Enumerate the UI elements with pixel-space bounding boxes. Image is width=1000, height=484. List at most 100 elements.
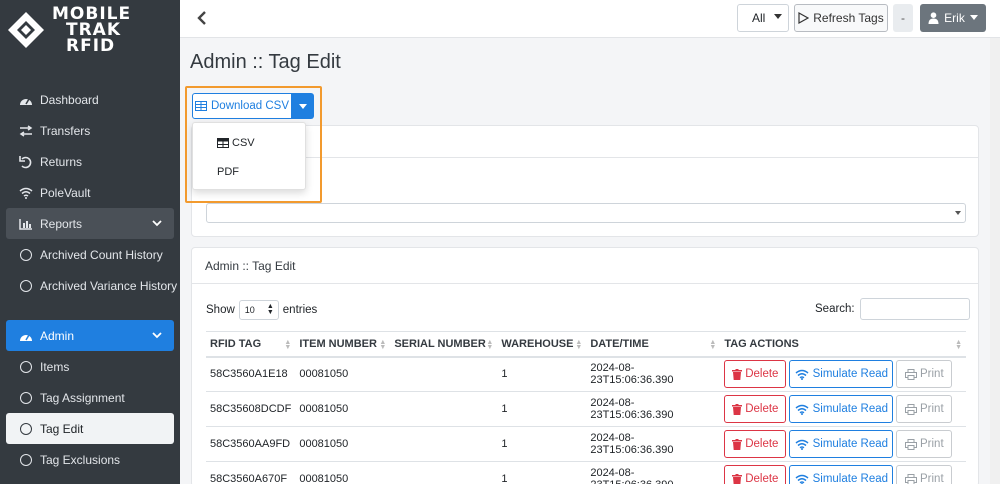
- page-scrollbar[interactable]: [990, 38, 1000, 484]
- dropdown-item-csv[interactable]: CSV: [217, 137, 255, 149]
- filter-card-header: [192, 126, 978, 158]
- simulate-read-button[interactable]: Simulate Read: [789, 360, 894, 389]
- print-label: Print: [920, 438, 944, 450]
- sidebar-item-polevault[interactable]: PoleVault: [0, 177, 180, 208]
- column-header-item-number[interactable]: ITEM NUMBER ▲ ▼: [295, 331, 391, 358]
- minus-label: -: [901, 11, 905, 25]
- search-label: Search:: [815, 303, 855, 315]
- cell-tag-actions: Delete Simulate Read Print: [720, 391, 966, 427]
- wifi-icon: [795, 369, 809, 380]
- cell-serial-number: [390, 426, 498, 462]
- dropdown-item-label: PDF: [217, 166, 239, 178]
- caret-down-icon: [299, 103, 307, 109]
- cell-tag-actions: Delete Simulate Read Print: [720, 356, 966, 392]
- user-name: Erik: [944, 11, 965, 25]
- sidebar-item-label: PoleVault: [40, 185, 91, 200]
- card-title: Admin :: Tag Edit: [192, 248, 978, 284]
- printer-icon: [905, 438, 917, 450]
- trash-icon: [732, 473, 743, 484]
- simulate-read-label: Simulate Read: [812, 403, 889, 415]
- wifi-icon: [795, 439, 809, 450]
- search-input[interactable]: [859, 298, 970, 320]
- simulate-read-button[interactable]: Simulate Read: [789, 430, 894, 458]
- wifi-icon: [18, 185, 34, 201]
- cell-rfid-tag: 58C3560A670F: [206, 461, 296, 484]
- dropdown-item-pdf[interactable]: PDF: [217, 166, 239, 178]
- sidebar-item-tag-exclusions[interactable]: Tag Exclusions: [0, 444, 180, 475]
- print-button[interactable]: Print: [896, 395, 953, 423]
- print-button[interactable]: Print: [896, 360, 953, 389]
- minus-button[interactable]: -: [893, 4, 913, 32]
- entries-label: entries: [282, 304, 318, 316]
- delete-button[interactable]: Delete: [724, 395, 787, 423]
- sort-icon: ▲ ▼: [284, 339, 292, 351]
- column-header-warehouse[interactable]: WAREHOUSE ▲ ▼: [497, 331, 587, 358]
- column-header-tag-actions[interactable]: TAG ACTIONS ▲ ▼: [720, 331, 966, 358]
- trash-icon: [732, 438, 743, 450]
- delete-button[interactable]: Delete: [724, 360, 787, 389]
- table-icon: [217, 138, 229, 148]
- column-header-rfid-tag[interactable]: RFID TAG ▲ ▼: [206, 331, 296, 358]
- sidebar-item-tag-edit[interactable]: Tag Edit: [6, 413, 174, 444]
- sidebar-item-archived-variance-history[interactable]: Archived Variance History: [0, 270, 180, 320]
- cell-item-number: 00081050: [295, 356, 391, 392]
- printer-icon: [905, 368, 917, 380]
- sidebar-item-label: Archived Count History: [40, 247, 163, 262]
- download-dropdown-menu: CSV PDF: [192, 122, 306, 190]
- sidebar-item-archived-count-history[interactable]: Archived Count History: [0, 239, 180, 270]
- chevron-left-icon[interactable]: [196, 10, 208, 29]
- bar-chart-icon: [18, 216, 34, 232]
- wifi-icon: [795, 474, 809, 484]
- page-size-select[interactable]: 10 ▲ ▼: [238, 300, 279, 320]
- scope-select-value: All: [752, 11, 766, 25]
- print-button[interactable]: Print: [896, 465, 953, 484]
- cell-tag-actions: Delete Simulate Read Print: [720, 461, 966, 484]
- sidebar-item-items[interactable]: Items: [0, 351, 180, 382]
- sidebar-item-transfers[interactable]: Transfers: [0, 115, 180, 146]
- sidebar-item-label: Transfers: [40, 123, 91, 138]
- brand-wordmark: MOBILE TRAK RFID: [52, 6, 131, 55]
- cell-serial-number: [390, 356, 498, 392]
- sidebar-item-label: Returns: [40, 154, 83, 169]
- scope-select[interactable]: All: [737, 4, 789, 32]
- download-dropdown-toggle[interactable]: [292, 93, 314, 119]
- user-icon: [928, 12, 939, 24]
- caret-down-icon: [774, 14, 782, 19]
- simulate-read-button[interactable]: Simulate Read: [789, 395, 894, 423]
- logo-diamond-icon: [8, 12, 44, 48]
- printer-icon: [905, 473, 917, 484]
- simulate-read-button[interactable]: Simulate Read: [789, 465, 894, 484]
- table-icon: [195, 101, 207, 111]
- sidebar-item-label: Items: [40, 359, 70, 374]
- download-csv-button[interactable]: Download CSV: [192, 93, 292, 119]
- brand-logo[interactable]: MOBILE TRAK RFID: [4, 6, 176, 60]
- cell-warehouse: 1: [497, 391, 587, 427]
- cell-rfid-tag: 58C35608DCDF: [206, 391, 296, 427]
- sidebar-item-reports[interactable]: Reports: [6, 208, 174, 239]
- print-label: Print: [920, 368, 944, 381]
- sidebar-item-admin[interactable]: Admin: [6, 320, 174, 351]
- circle-icon: [18, 278, 34, 294]
- undo-icon: [18, 154, 34, 170]
- column-header-serial-number[interactable]: SERIAL NUMBER ▲ ▼: [390, 331, 498, 358]
- sidebar-item-label: Dashboard: [40, 92, 99, 107]
- delete-label: Delete: [745, 403, 779, 415]
- sidebar-item-dashboard[interactable]: Dashboard: [0, 84, 180, 115]
- delete-button[interactable]: Delete: [724, 465, 787, 484]
- table-search: Search:: [815, 298, 970, 320]
- up-down-icon: ▲ ▼: [266, 303, 274, 316]
- column-header-datetime[interactable]: DATE/TIME ▲ ▼: [586, 331, 721, 358]
- delete-button[interactable]: Delete: [724, 430, 787, 458]
- table-row: 58C35608DCDF 00081050 1 2024-08-23T15:06…: [206, 391, 966, 427]
- sort-icon: ▲ ▼: [486, 339, 494, 351]
- refresh-tags-button[interactable]: Refresh Tags: [794, 4, 888, 32]
- filter-select[interactable]: [206, 203, 966, 223]
- sidebar-item-tag-assignment[interactable]: Tag Assignment: [0, 382, 180, 413]
- sort-icon: ▲ ▼: [379, 339, 387, 351]
- cell-item-number: 00081050: [295, 461, 391, 484]
- user-menu-button[interactable]: Erik: [920, 4, 986, 32]
- table-header-row: RFID TAG ▲ ▼ ITEM NUMBER ▲ ▼ SERIAL NUMBER ▲ ▼…: [206, 331, 966, 358]
- sidebar-item-returns[interactable]: Returns: [0, 146, 180, 177]
- refresh-tags-label: Refresh Tags: [813, 11, 884, 25]
- print-button[interactable]: Print: [896, 430, 953, 458]
